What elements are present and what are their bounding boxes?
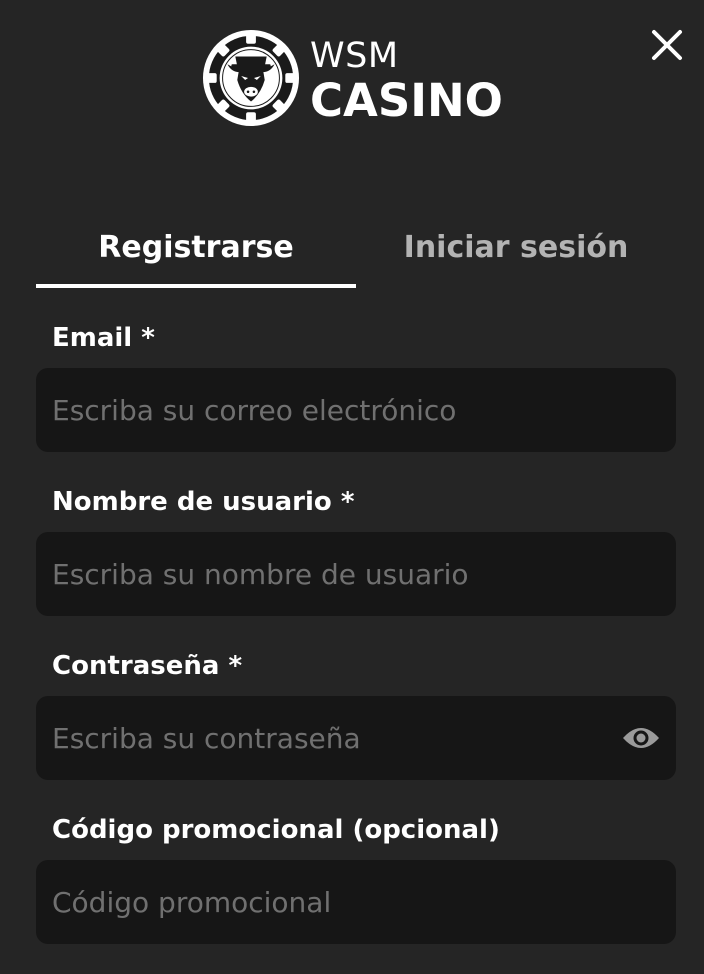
eye-icon[interactable] bbox=[622, 720, 660, 756]
username-label: Nombre de usuario * bbox=[52, 487, 355, 517]
close-icon[interactable] bbox=[650, 28, 684, 62]
brand-line1: WSM bbox=[310, 36, 399, 76]
promo-code-field[interactable] bbox=[36, 860, 676, 944]
promo-code-label: Código promocional (opcional) bbox=[52, 815, 500, 845]
tab-register[interactable]: Registrarse bbox=[36, 220, 356, 288]
email-label: Email * bbox=[52, 323, 155, 353]
brand-logo: WSM CASINO bbox=[202, 28, 503, 128]
poker-chip-bull-icon bbox=[202, 29, 300, 127]
password-field[interactable] bbox=[36, 696, 676, 780]
brand-wordmark: WSM CASINO bbox=[310, 33, 503, 127]
password-label: Contraseña * bbox=[52, 651, 243, 681]
promo-code-field-container bbox=[36, 860, 676, 944]
email-field-container bbox=[36, 368, 676, 452]
username-field[interactable] bbox=[36, 532, 676, 616]
toggle-password-visibility-button[interactable] bbox=[622, 720, 660, 756]
tab-login[interactable]: Iniciar sesión bbox=[356, 220, 676, 288]
brand-line2: CASINO bbox=[310, 74, 503, 127]
close-button[interactable] bbox=[650, 28, 684, 62]
email-field[interactable] bbox=[36, 368, 676, 452]
password-field-container bbox=[36, 696, 676, 780]
username-field-container bbox=[36, 532, 676, 616]
auth-tabs: Registrarse Iniciar sesión bbox=[36, 220, 676, 288]
